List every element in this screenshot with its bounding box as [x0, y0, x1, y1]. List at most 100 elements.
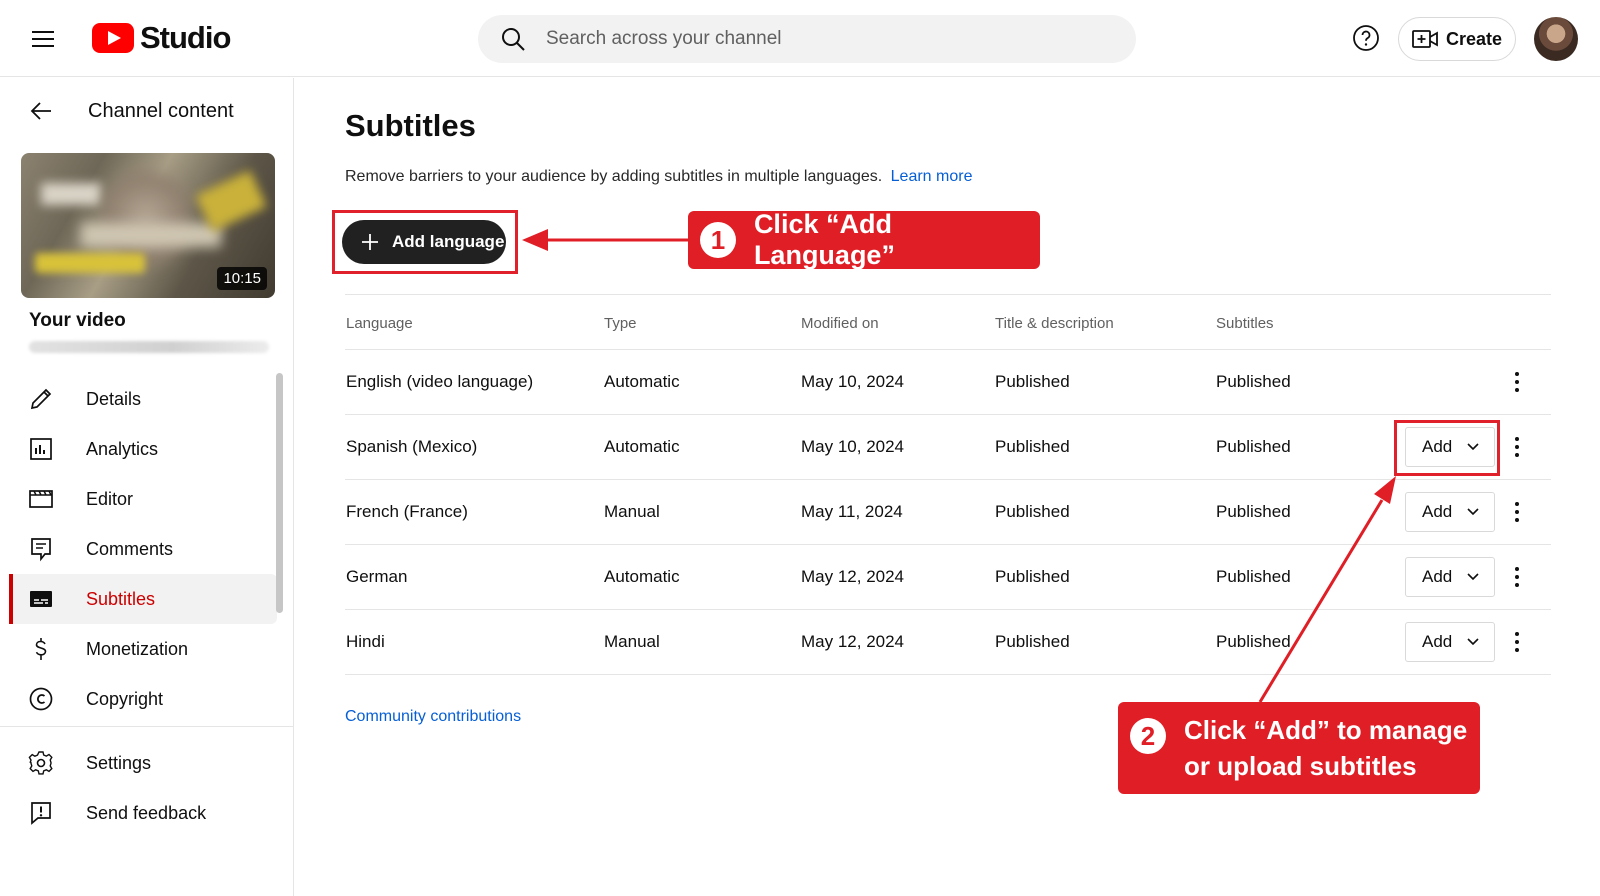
subtitles-cell: Published — [1216, 372, 1291, 391]
top-bar: Studio Create — [0, 0, 1600, 77]
search-input[interactable] — [546, 28, 1106, 50]
annotation-arrow-1 — [522, 229, 690, 251]
table-row: English (video language) Automatic May 1… — [345, 350, 1551, 415]
learn-more-link[interactable]: Learn more — [891, 168, 973, 185]
type-cell: Manual — [604, 632, 660, 651]
sidebar-item-editor[interactable]: Editor — [0, 474, 294, 524]
sidebar-item-monetization[interactable]: Monetization — [0, 624, 294, 674]
page-description: Remove barriers to your audience by addi… — [345, 168, 972, 186]
type-cell: Automatic — [604, 372, 680, 391]
your-video-label: Your video — [29, 310, 126, 331]
more-options-icon[interactable] — [1513, 630, 1521, 654]
dollar-icon — [28, 636, 54, 662]
create-label: Create — [1445, 28, 1503, 49]
sidebar-item-label: Subtitles — [86, 588, 156, 609]
add-subtitles-button[interactable]: Add — [1405, 622, 1495, 662]
sidebar-item-analytics[interactable]: Analytics — [0, 424, 294, 474]
sidebar-item-send-feedback[interactable]: Send feedback — [0, 788, 294, 838]
column-header-modified: Modified on — [801, 315, 879, 332]
chevron-down-icon — [1466, 572, 1480, 582]
more-options-icon[interactable] — [1513, 565, 1521, 589]
annotation-arrow-2 — [1258, 476, 1396, 703]
table-header: Language Type Modified on Title & descri… — [345, 294, 1551, 350]
back-label: Channel content — [88, 99, 234, 122]
title-description-cell: Published — [995, 502, 1070, 521]
more-options-icon[interactable] — [1513, 370, 1521, 394]
sidebar-item-copyright[interactable]: Copyright — [0, 674, 294, 724]
add-subtitles-button[interactable]: Add — [1405, 557, 1495, 597]
language-cell: English (video language) — [346, 372, 534, 391]
type-cell: Automatic — [604, 437, 680, 456]
sidebar-scrollbar[interactable] — [276, 373, 283, 613]
more-options-icon[interactable] — [1513, 500, 1521, 524]
step-1-badge: 1 — [700, 222, 736, 258]
sidebar-item-subtitles[interactable]: Subtitles — [9, 574, 277, 624]
add-subtitles-button[interactable]: Add — [1405, 492, 1495, 532]
search-icon[interactable] — [500, 26, 526, 52]
callout-1-text: Click “Add Language” — [753, 209, 895, 270]
sidebar-item-label: Comments — [86, 538, 174, 559]
sidebar-item-label: Details — [86, 388, 142, 409]
title-description-cell: Published — [995, 632, 1070, 651]
gear-icon — [28, 750, 54, 776]
language-cell: Hindi — [346, 632, 385, 651]
more-options-icon[interactable] — [1513, 435, 1521, 459]
avatar[interactable] — [1534, 17, 1578, 61]
add-language-label: Add language — [392, 232, 505, 251]
chevron-down-icon — [1466, 507, 1480, 517]
sidebar-item-label: Monetization — [86, 638, 189, 659]
column-header-type: Type — [604, 315, 637, 332]
description-text: Remove barriers to your audience by addi… — [345, 168, 883, 185]
pencil-icon — [28, 386, 54, 412]
youtube-logo-icon — [92, 23, 134, 53]
comment-icon — [28, 536, 54, 562]
modified-cell: May 12, 2024 — [801, 567, 905, 586]
column-header-subtitles: Subtitles — [1216, 315, 1274, 332]
type-cell: Automatic — [604, 567, 680, 586]
add-label: Add — [1422, 437, 1453, 456]
language-cell: French (France) — [346, 502, 468, 521]
arrow-left-icon — [28, 98, 54, 124]
title-description-cell: Published — [995, 567, 1070, 586]
subtitles-cell: Published — [1216, 437, 1291, 456]
sidebar-item-label: Settings — [86, 752, 152, 773]
back-to-channel-content[interactable]: Channel content — [28, 98, 234, 124]
page-title: Subtitles — [345, 108, 476, 143]
sidebar-item-settings[interactable]: Settings — [0, 738, 294, 788]
sidebar-item-comments[interactable]: Comments — [0, 524, 294, 574]
bar-chart-icon — [28, 436, 54, 462]
sidebar-item-details[interactable]: Details — [0, 374, 294, 424]
language-cell: Spanish (Mexico) — [346, 437, 478, 456]
create-button[interactable]: Create — [1398, 17, 1516, 61]
callout-2-text: Click “Add” to manage or upload subtitle… — [1184, 715, 1468, 781]
modified-cell: May 12, 2024 — [801, 632, 905, 651]
sidebar-item-label: Analytics — [86, 438, 159, 459]
main-content: Subtitles Remove barriers to your audien… — [295, 78, 1600, 896]
add-label: Add — [1422, 502, 1453, 521]
hamburger-menu-icon[interactable] — [28, 24, 58, 54]
add-language-button[interactable]: Add language — [342, 220, 506, 264]
create-video-icon — [1412, 28, 1438, 50]
clapperboard-icon — [28, 486, 54, 512]
callout-step-2: 2 Click “Add” to manage or upload subtit… — [1118, 702, 1480, 794]
feedback-icon — [28, 800, 54, 826]
plus-icon — [360, 232, 380, 252]
community-contributions-link[interactable]: Community contributions — [345, 708, 521, 726]
modified-cell: May 10, 2024 — [801, 372, 905, 391]
chevron-down-icon — [1466, 637, 1480, 647]
studio-logo[interactable]: Studio — [92, 20, 231, 56]
sidebar-bottom-nav: Settings Send feedback — [0, 738, 294, 838]
sidebar-item-label: Editor — [86, 488, 134, 509]
sidebar-item-label: Copyright — [86, 688, 164, 709]
column-header-language: Language — [346, 315, 413, 332]
modified-cell: May 10, 2024 — [801, 437, 905, 456]
add-subtitles-button[interactable]: Add — [1405, 427, 1495, 467]
title-description-cell: Published — [995, 372, 1070, 391]
help-icon[interactable] — [1352, 24, 1380, 52]
callout-step-1: 1 Click “Add Language” — [688, 209, 1040, 270]
search-bar[interactable] — [478, 15, 1136, 63]
video-thumbnail[interactable]: 10:15 — [21, 153, 275, 298]
sidebar-divider — [0, 726, 293, 727]
video-duration: 10:15 — [217, 267, 267, 290]
modified-cell: May 11, 2024 — [801, 502, 903, 521]
